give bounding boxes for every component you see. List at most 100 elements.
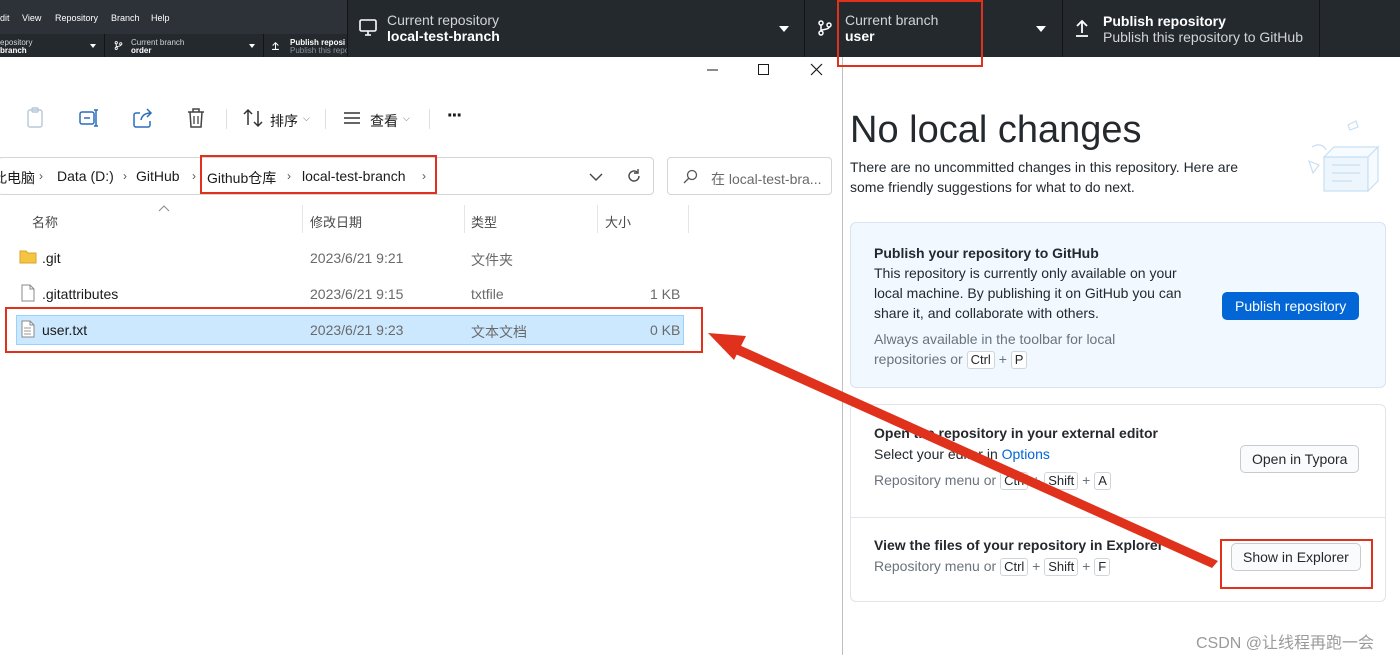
bg-caret-icon <box>90 44 96 48</box>
share-icon[interactable] <box>132 107 154 129</box>
chevron-down-icon-branch <box>1036 26 1046 32</box>
chevron-right-icon: › <box>192 169 196 183</box>
options-link[interactable]: Options <box>1002 446 1050 462</box>
kbd-shift: Shift <box>1044 558 1079 576</box>
annotation-file-highlight <box>5 307 703 353</box>
watermark: CSDN @让线程再跑一会 <box>1196 635 1375 652</box>
sort-button[interactable]: 排序 <box>270 111 298 131</box>
minimize-button[interactable] <box>688 57 738 85</box>
bg-menu-help: Help <box>151 13 170 23</box>
column-divider[interactable] <box>302 205 303 233</box>
file-row[interactable]: .gitattributes 2023/6/21 9:15 txtfile 1 … <box>16 279 684 309</box>
breadcrumb-this-pc[interactable]: 此电脑 <box>0 168 35 188</box>
annotation-breadcrumb-highlight <box>200 155 437 194</box>
explorer-command-bar: 排序 ⌵ 查看 ⌵ ··· <box>0 95 843 143</box>
column-divider[interactable] <box>464 205 465 233</box>
chevron-down-icon <box>779 26 789 32</box>
delete-icon[interactable] <box>186 107 206 129</box>
publish-suggestion-card: Publish your repository to GitHub This r… <box>850 222 1386 388</box>
branch-icon <box>818 20 832 36</box>
kbd-ctrl: Ctrl <box>966 351 995 369</box>
current-repository-dropdown[interactable]: Current repository local-test-branch <box>349 0 805 57</box>
background-toolbar: epository branch Current branch order Pu… <box>0 34 348 57</box>
no-local-changes-title: No local changes <box>850 109 1142 151</box>
kbd-ctrl: Ctrl <box>1000 472 1029 490</box>
editor-card-title: Open the repository in your external edi… <box>874 425 1158 441</box>
publish-title: Publish repository <box>1103 13 1226 29</box>
file-explorer-window: 排序 ⌵ 查看 ⌵ ··· 此电脑 › Data (D:) › GitHub ›… <box>0 57 843 655</box>
publish-card-text: This repository is currently only availa… <box>874 265 1182 321</box>
chevron-down-icon: ⌵ <box>403 113 410 123</box>
maximize-button[interactable] <box>738 57 788 85</box>
explorer-card-hint: Repository menu or Ctrl + Shift + F <box>874 556 1111 576</box>
column-header-type[interactable]: 类型 <box>471 212 497 231</box>
bg-menu-view: View <box>22 13 42 23</box>
bg-menu-branch: Branch <box>111 13 140 23</box>
close-button[interactable] <box>792 57 842 85</box>
column-divider[interactable] <box>597 205 598 233</box>
paste-icon[interactable] <box>26 107 44 129</box>
bg-branch-icon <box>114 41 123 50</box>
sort-icon[interactable] <box>243 107 263 129</box>
maximize-icon <box>758 64 769 75</box>
publish-card-hint-line2: repositories or Ctrl + P <box>874 349 1028 369</box>
file-date: 2023/6/21 9:15 <box>310 286 404 302</box>
bg-branch-value: order <box>131 46 152 55</box>
bg-caret-icon-2 <box>249 44 255 48</box>
editor-card-text: Select your editor in Options <box>874 446 1050 462</box>
search-box[interactable]: 在 local-test-bra... <box>667 157 832 195</box>
annotation-show-in-explorer-highlight <box>1220 539 1373 589</box>
toolbar-separator <box>325 109 326 129</box>
breadcrumb-drive-d[interactable]: Data (D:) <box>57 168 114 184</box>
file-date: 2023/6/21 9:21 <box>310 250 404 266</box>
folder-icon <box>19 250 37 264</box>
current-repository-label: Current repository <box>387 12 500 28</box>
publish-repository-card-button[interactable]: Publish repository <box>1222 292 1360 320</box>
github-desktop-toolbar: dit View Repository Branch Help epositor… <box>0 0 1400 57</box>
open-in-typora-button[interactable]: Open in Typora <box>1240 445 1360 473</box>
background-menu-bar: dit View Repository Branch Help <box>0 0 347 34</box>
publish-card-title: Publish your repository to GitHub <box>874 245 1099 261</box>
bg-repo-value: branch <box>0 46 27 55</box>
column-header-size[interactable]: 大小 <box>605 212 631 231</box>
card-divider <box>851 517 1385 518</box>
bg-upload-icon <box>272 41 279 50</box>
kbd-f: F <box>1094 558 1111 576</box>
background-app-window: dit View Repository Branch Help epositor… <box>0 0 348 57</box>
no-local-changes-description: There are no uncommitted changes in this… <box>850 159 1239 195</box>
bg-publish-sub: Publish this repo <box>290 46 348 55</box>
file-name: .git <box>42 250 61 266</box>
sort-ascending-icon <box>158 205 170 212</box>
file-type: txtfile <box>471 286 504 302</box>
publish-subtitle: Publish this repository to GitHub <box>1103 29 1303 45</box>
bg-menu-edit: dit <box>0 13 10 23</box>
kbd-shift: Shift <box>1044 472 1079 490</box>
history-dropdown-icon[interactable] <box>589 172 603 182</box>
column-divider[interactable] <box>688 205 689 233</box>
more-options-button[interactable]: ··· <box>447 105 463 128</box>
rename-icon[interactable] <box>78 107 100 129</box>
view-button[interactable]: 查看 <box>370 111 398 131</box>
explorer-card-title: View the files of your repository in Exp… <box>874 537 1164 553</box>
minimize-icon <box>707 69 718 71</box>
chevron-right-icon: › <box>123 169 127 183</box>
toolbar-separator <box>226 109 227 129</box>
toolbar-separator <box>429 109 430 129</box>
annotation-branch-highlight <box>837 0 983 67</box>
refresh-icon[interactable] <box>626 168 642 184</box>
file-icon <box>21 284 35 302</box>
publish-card-hint: Always available in the toolbar for loca… <box>874 331 1116 347</box>
chevron-down-icon: ⌵ <box>303 113 310 123</box>
kbd-a: A <box>1094 472 1111 490</box>
file-row[interactable]: .git 2023/6/21 9:21 文件夹 <box>16 243 684 273</box>
upload-icon <box>1076 19 1088 37</box>
desktop-icon <box>359 19 377 36</box>
column-header-date[interactable]: 修改日期 <box>310 212 362 231</box>
search-icon <box>683 169 698 184</box>
breadcrumb-github[interactable]: GitHub <box>136 168 180 184</box>
current-repository-value: local-test-branch <box>387 28 500 44</box>
publish-repository-button[interactable]: Publish repository Publish this reposito… <box>1063 0 1320 57</box>
column-header-name[interactable]: 名称 <box>32 212 58 231</box>
view-icon[interactable] <box>343 110 361 126</box>
file-size: 1 KB <box>650 286 681 302</box>
